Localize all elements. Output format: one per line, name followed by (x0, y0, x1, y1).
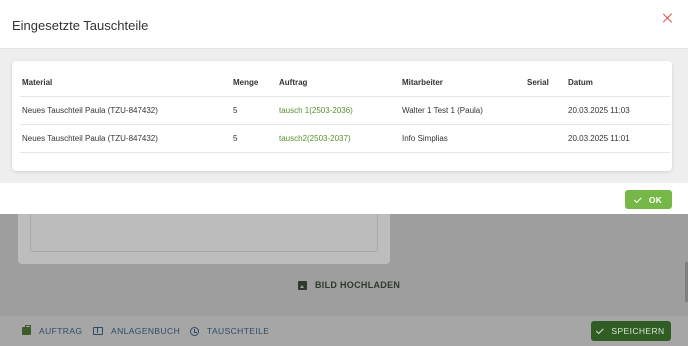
history-icon (190, 326, 199, 336)
ok-button-label: OK (648, 194, 663, 205)
briefcase-icon (22, 325, 31, 335)
bottom-nav-bar: AUFTRAG ANLAGENBUCH TAUSCHTEILE (0, 315, 688, 346)
cell-serial (525, 96, 566, 125)
header-menge: Menge (231, 69, 277, 97)
modal-body: Material Menge Auftrag Mitarbeiter Seria… (0, 49, 688, 183)
cell-datum: 20.03.2025 11:03 (566, 96, 670, 125)
nav-auftrag-label: AUFTRAG (39, 326, 83, 336)
cell-serial (525, 124, 566, 153)
header-mitarbeiter: Mitarbeiter (400, 69, 525, 97)
upload-image-label: BILD HOCHLADEN (315, 280, 401, 290)
check-icon (596, 326, 605, 335)
modal-title: Eingesetzte Tauschteile (12, 18, 149, 33)
image-icon (298, 280, 307, 290)
save-button[interactable]: SPEICHERN (591, 321, 671, 341)
tauschteile-modal: Eingesetzte Tauschteile Material Menge A… (0, 0, 688, 214)
header-datum: Datum (566, 69, 670, 97)
cell-menge: 5 (231, 96, 277, 125)
table-row: Neues Tauschteil Paula (TZU-847432) 5 ta… (20, 124, 670, 153)
nav-tauschteile[interactable]: TAUSCHTEILE (190, 326, 269, 336)
cell-datum: 20.03.2025 11:01 (566, 124, 670, 153)
modal-footer: OK (0, 183, 688, 214)
cell-menge: 5 (231, 124, 277, 153)
book-icon (93, 327, 103, 335)
cell-material: Neues Tauschteil Paula (TZU-847432) (20, 96, 231, 125)
table-header-row: Material Menge Auftrag Mitarbeiter Seria… (20, 69, 670, 97)
header-material: Material (20, 69, 231, 97)
header-auftrag: Auftrag (277, 69, 400, 97)
nav-anlagenbuch[interactable]: ANLAGENBUCH (93, 326, 180, 336)
cell-auftrag-link[interactable]: tausch 1(2503-2036) (277, 96, 400, 125)
cell-material: Neues Tauschteil Paula (TZU-847432) (20, 124, 231, 153)
cell-mitarbeiter: Info Simplias (400, 124, 525, 153)
header-serial: Serial (525, 69, 566, 97)
table-card: Material Menge Auftrag Mitarbeiter Seria… (12, 61, 672, 171)
save-button-label: SPEICHERN (611, 326, 665, 336)
close-icon[interactable] (661, 11, 675, 25)
table-row: Neues Tauschteil Paula (TZU-847432) 5 ta… (20, 96, 670, 125)
nav-tauschteile-label: TAUSCHTEILE (207, 326, 270, 336)
tauschteile-table: Material Menge Auftrag Mitarbeiter Seria… (20, 69, 670, 153)
cell-auftrag-link[interactable]: tausch2(2503-2037) (277, 124, 400, 153)
cell-mitarbeiter: Walter 1 Test 1 (Paula) (400, 96, 525, 125)
upload-image-button[interactable]: BILD HOCHLADEN (298, 280, 400, 290)
nav-anlagenbuch-label: ANLAGENBUCH (111, 326, 181, 336)
nav-auftrag[interactable]: AUFTRAG (22, 325, 83, 336)
check-icon (633, 194, 642, 203)
ok-button[interactable]: OK (625, 190, 672, 209)
modal-header: Eingesetzte Tauschteile (0, 0, 688, 49)
